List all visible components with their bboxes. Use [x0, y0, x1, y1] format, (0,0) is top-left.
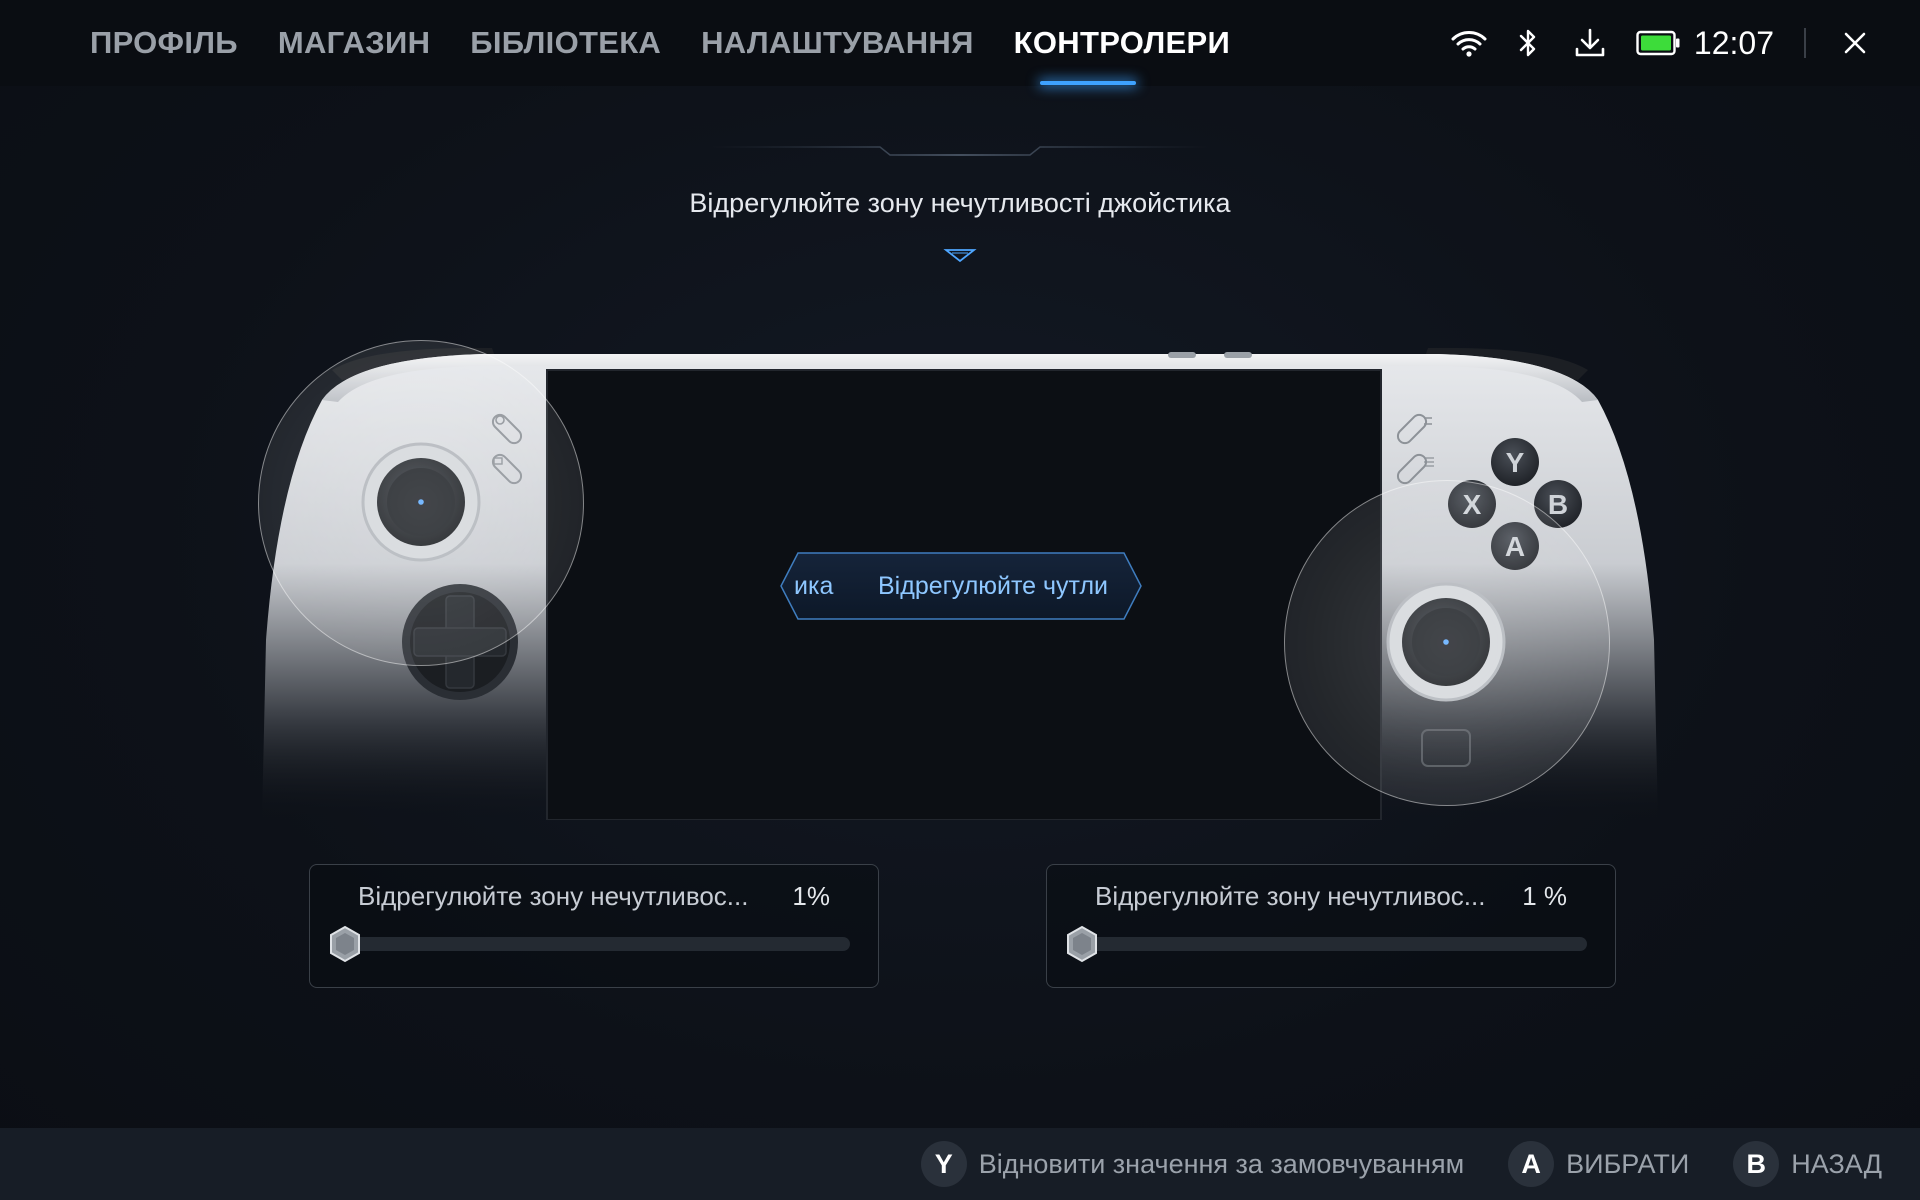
- select-hint[interactable]: A ВИБРАТИ: [1508, 1141, 1689, 1187]
- right-slider-label: Відрегулюйте зону нечутливос...: [1095, 881, 1486, 911]
- controller-settings-screen: ПРОФІЛЬ МАГАЗИН БІБЛІОТЕКА НАЛАШТУВАННЯ …: [0, 0, 1920, 1200]
- button-y-label: Y: [1506, 447, 1525, 478]
- battery-icon: [1636, 30, 1680, 56]
- tab-library[interactable]: БІБЛІОТЕКА: [470, 25, 661, 61]
- close-icon[interactable]: [1840, 28, 1870, 58]
- wifi-icon: [1450, 28, 1488, 58]
- restore-defaults-label: Відновити значення за замовчуванням: [978, 1148, 1465, 1179]
- left-stick-deadzone-slider-card[interactable]: Відрегулюйте зону нечутливос... 1%: [309, 864, 879, 988]
- button-hints: Y Відновити значення за замовчуванням A …: [877, 1128, 1882, 1200]
- status-divider: [1804, 28, 1806, 58]
- back-label: НАЗАД: [1791, 1148, 1882, 1179]
- select-label: ВИБРАТИ: [1566, 1148, 1690, 1179]
- bluetooth-icon: [1518, 28, 1538, 58]
- bottom-hint-bar: Y Відновити значення за замовчуванням A …: [0, 1128, 1920, 1200]
- right-slider-track[interactable]: [1077, 937, 1587, 951]
- tab-store[interactable]: МАГАЗИН: [278, 25, 430, 61]
- y-button-icon: Y: [920, 1141, 967, 1187]
- main-tabs: ПРОФІЛЬ МАГАЗИН БІБЛІОТЕКА НАЛАШТУВАННЯ …: [90, 0, 1270, 86]
- right-stick-deadzone-slider-card[interactable]: Відрегулюйте зону нечутливос... 1 %: [1046, 864, 1616, 988]
- restore-defaults-hint[interactable]: Y Відновити значення за замовчуванням: [920, 1141, 1465, 1187]
- right-stick-deadzone-circle: [1284, 480, 1610, 806]
- top-navigation-bar: ПРОФІЛЬ МАГАЗИН БІБЛІОТЕКА НАЛАШТУВАННЯ …: [0, 0, 1920, 86]
- tab-controllers[interactable]: КОНТРОЛЕРИ: [1014, 25, 1230, 61]
- banner-text-viewport: ика Відрегулюйте чутли: [780, 552, 1142, 620]
- active-tab-indicator: [1040, 81, 1136, 85]
- left-slider-track[interactable]: [340, 937, 850, 951]
- page-heading: Відрегулюйте зону нечутливості джойстика: [689, 188, 1231, 218]
- a-button-icon: A: [1508, 1141, 1555, 1187]
- left-stick-deadzone-circle: [258, 340, 584, 666]
- tab-settings[interactable]: НАЛАШТУВАННЯ: [701, 25, 974, 61]
- right-slider-value: 1 %: [1522, 881, 1567, 911]
- left-slider-value: 1%: [792, 881, 830, 911]
- status-area: 12:07: [1450, 0, 1920, 86]
- left-slider-thumb[interactable]: [328, 925, 362, 963]
- scrolling-hint-banner: ика Відрегулюйте чутли: [780, 552, 1142, 620]
- b-button-icon: B: [1733, 1141, 1780, 1187]
- banner-previous-text: ика: [794, 572, 834, 600]
- download-icon: [1574, 27, 1606, 59]
- back-hint[interactable]: B НАЗАД: [1733, 1141, 1882, 1187]
- tab-profile[interactable]: ПРОФІЛЬ: [90, 25, 238, 61]
- button-b-label: B: [1548, 489, 1568, 520]
- clock: 12:07: [1693, 24, 1774, 61]
- right-slider-thumb[interactable]: [1065, 925, 1099, 963]
- left-slider-label: Відрегулюйте зону нечутливос...: [358, 881, 749, 911]
- banner-main-text: Відрегулюйте чутли: [878, 572, 1108, 600]
